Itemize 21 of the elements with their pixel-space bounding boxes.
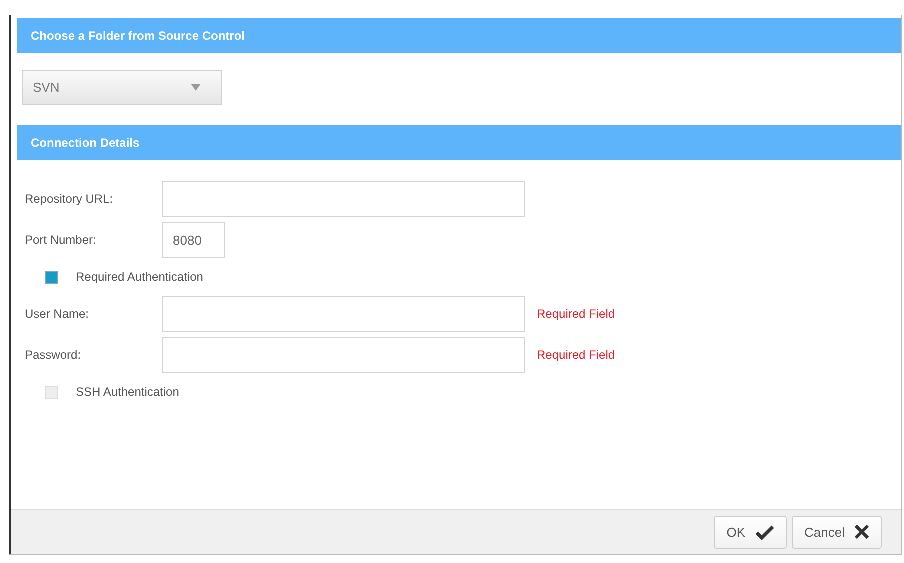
- field-label: Port Number:: [25, 233, 98, 247]
- dialog-header: Choose a Folder from Source Control: [17, 18, 901, 53]
- checkmark-icon: [756, 524, 774, 540]
- section-header: Connection Details: [17, 125, 901, 160]
- input-field[interactable]: [162, 181, 525, 217]
- input-field[interactable]: 8080: [162, 222, 225, 258]
- ok-button[interactable]: OK: [714, 516, 787, 548]
- input-field[interactable]: [162, 296, 525, 332]
- close-icon: [855, 525, 869, 539]
- checkbox-label: SSH Authentication: [76, 385, 180, 399]
- source-control-dropdown[interactable]: SVN: [22, 70, 222, 105]
- input-field[interactable]: [162, 337, 525, 373]
- field-label: Password:: [25, 348, 82, 362]
- field-label: Repository URL:: [25, 192, 114, 206]
- error-message: Required Field: [537, 348, 616, 362]
- checkbox[interactable]: [45, 270, 58, 284]
- caret-icon: [191, 84, 201, 91]
- field-label: User Name:: [25, 307, 90, 321]
- checkbox-label: Required Authentication: [76, 270, 204, 284]
- cancel-button[interactable]: Cancel: [792, 516, 882, 548]
- error-message: Required Field: [537, 307, 616, 321]
